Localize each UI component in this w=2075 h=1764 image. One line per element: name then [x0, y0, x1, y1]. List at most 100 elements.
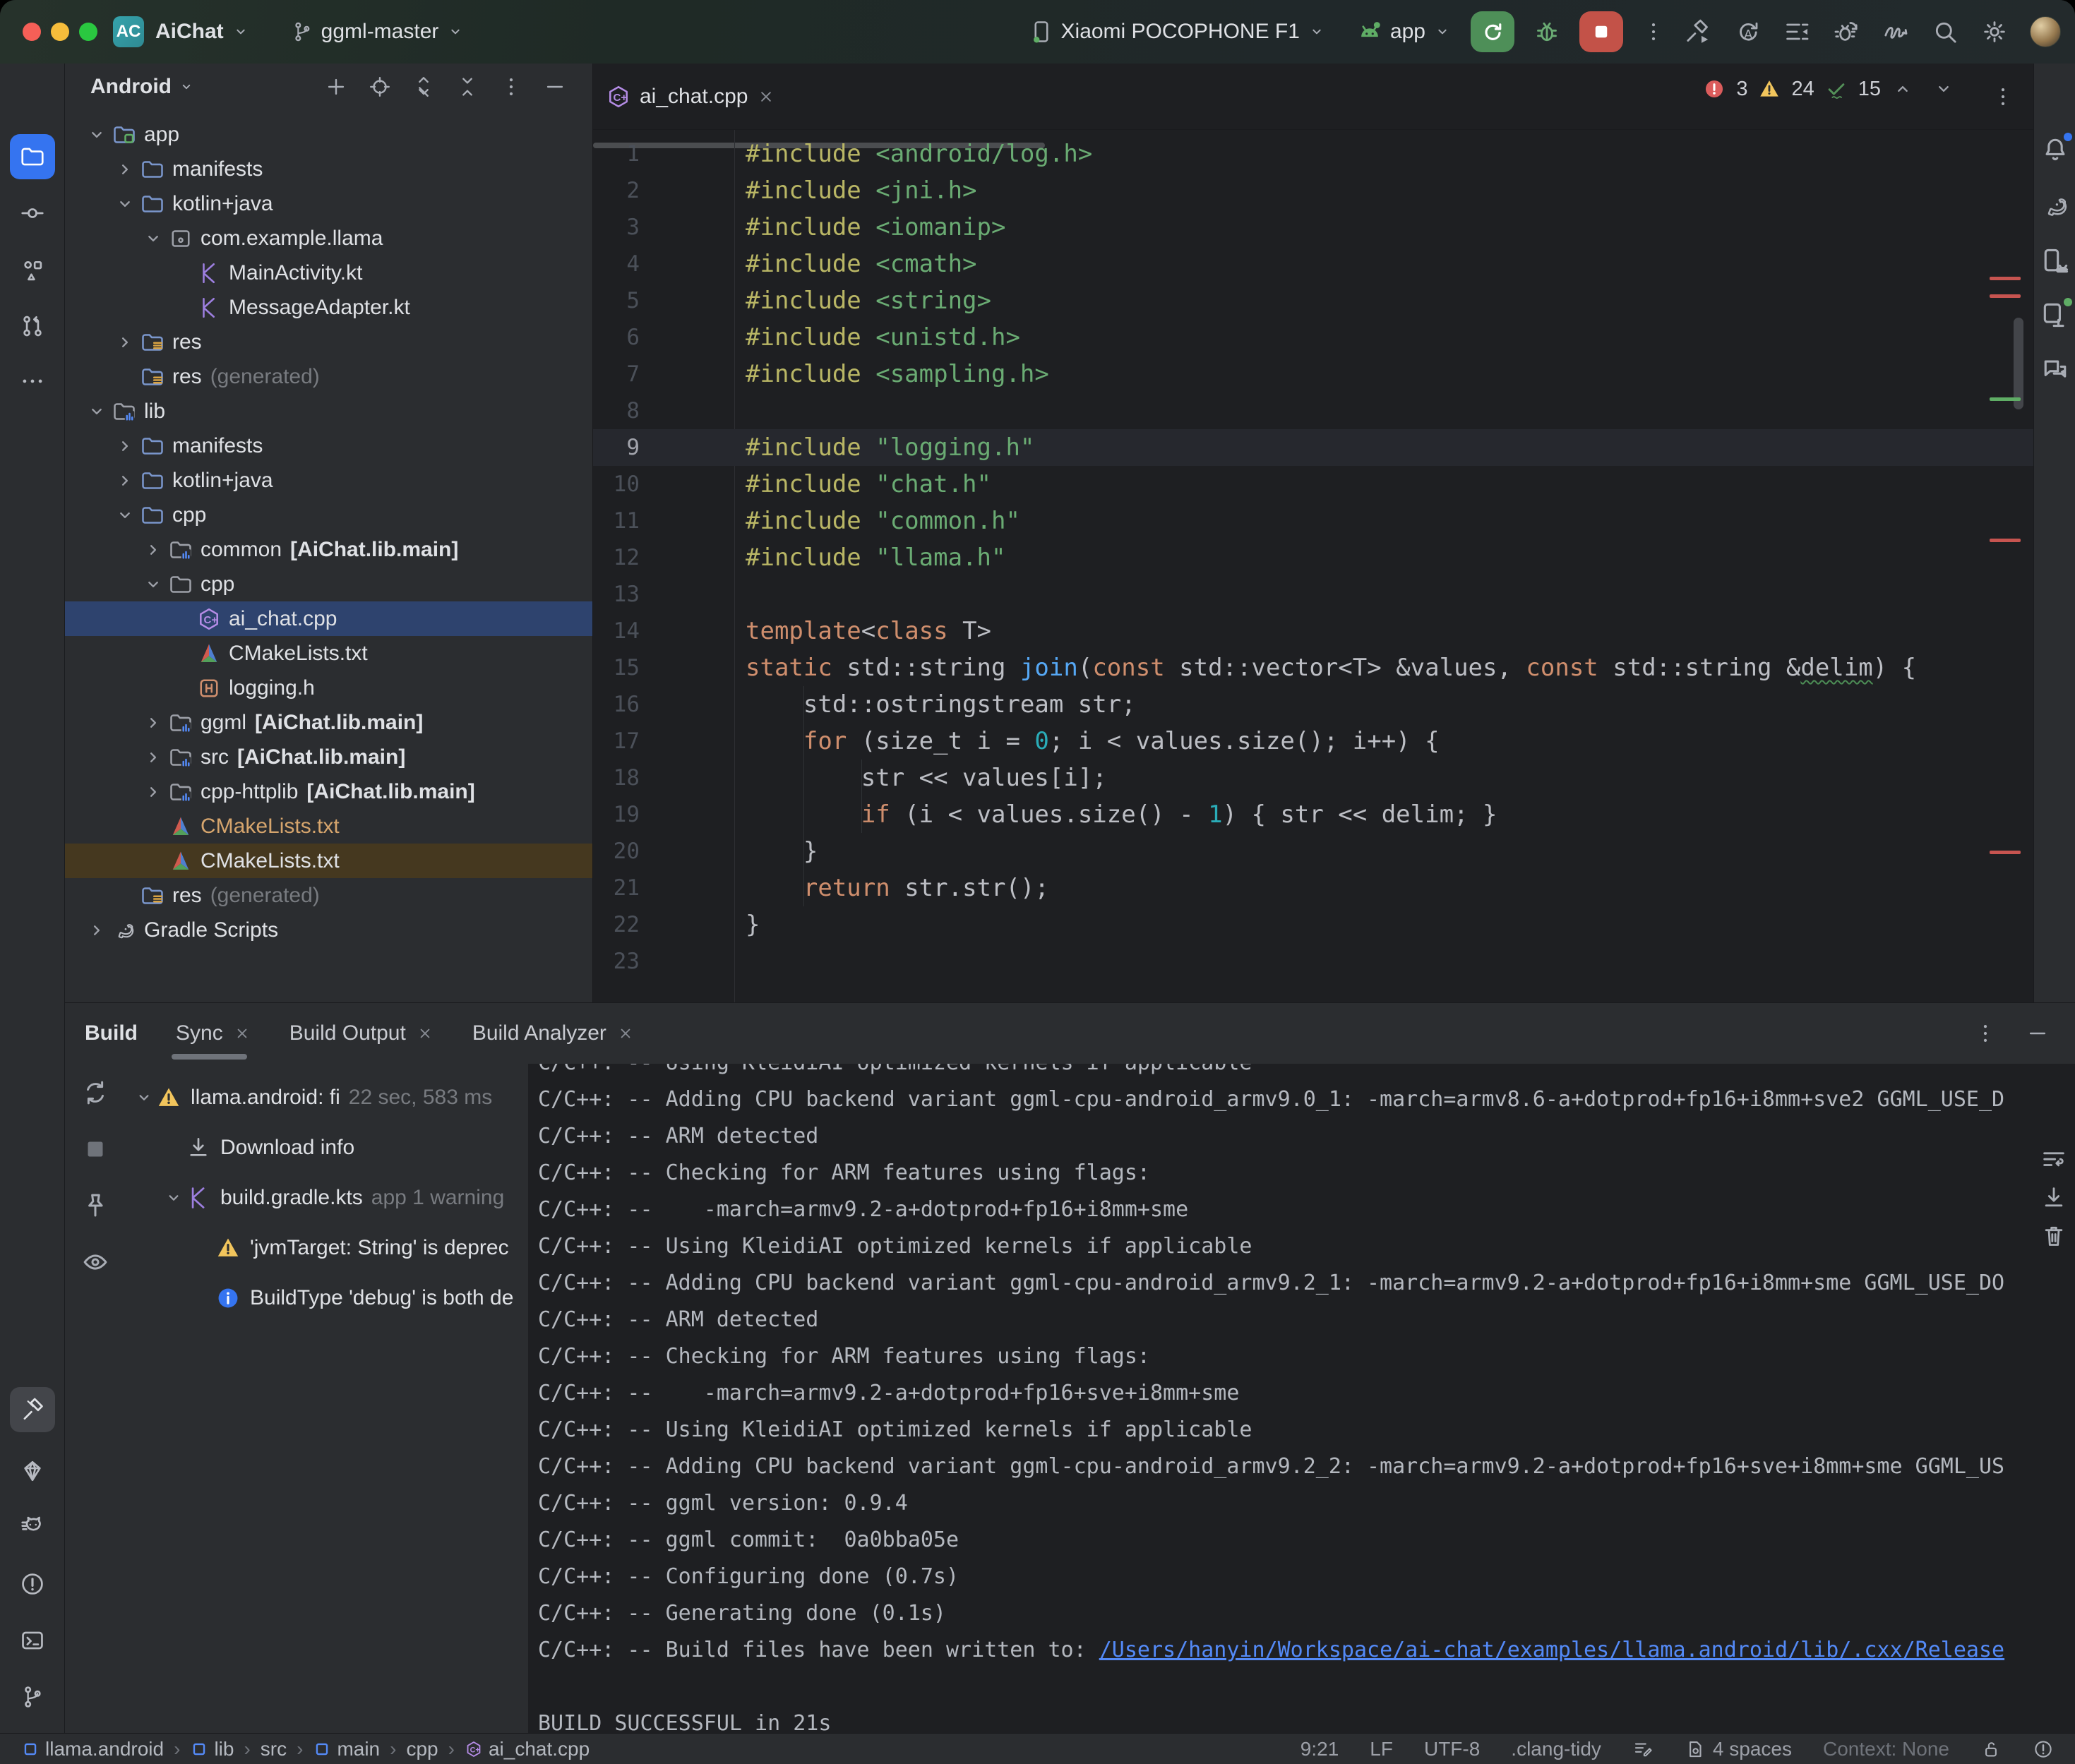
build-tab-build-output[interactable]: Build Output — [289, 1003, 434, 1064]
tool-window-app-quality-insights[interactable] — [10, 1448, 55, 1494]
chevron-down-icon[interactable] — [113, 192, 137, 216]
rerun-sync-button[interactable] — [80, 1078, 110, 1108]
tool-window-structure[interactable] — [10, 248, 55, 294]
code-line-17[interactable]: 17 for (size_t i = 0; i < values.size();… — [593, 723, 2033, 760]
status-item-caret-position[interactable]: 9:21 — [1300, 1738, 1339, 1760]
code-line-11[interactable]: 11 #include "common.h" — [593, 503, 2033, 539]
more-run-options-button[interactable] — [1642, 20, 1666, 44]
build-hammer-run-button[interactable] — [1684, 18, 1712, 46]
locate-file-button[interactable] — [368, 75, 392, 99]
tree-item-common[interactable]: common[AiChat.lib.main] — [65, 532, 592, 567]
apply-changes-button[interactable]: A — [1733, 18, 1762, 46]
chevron-down-icon[interactable] — [141, 572, 165, 596]
tool-window-build[interactable] — [10, 1387, 55, 1432]
status-item-code-style[interactable] — [1632, 1739, 1654, 1760]
status-item-line-separator[interactable]: LF — [1370, 1738, 1393, 1760]
breadcrumb-item[interactable]: src — [261, 1738, 287, 1760]
pin-button[interactable] — [80, 1191, 110, 1220]
build-tab-sync[interactable]: Sync — [176, 1003, 251, 1064]
chevron-right-icon[interactable] — [141, 538, 165, 562]
close-tab-icon[interactable] — [416, 1024, 434, 1043]
code-line-3[interactable]: 3 #include <iomanip> — [593, 209, 2033, 246]
project-view-selector[interactable]: Android — [90, 75, 196, 99]
chevron-down-icon[interactable] — [85, 400, 109, 424]
build-console[interactable]: C/C++: -- Using KleidiAI optimized kerne… — [528, 1064, 2075, 1733]
code-line-5[interactable]: 5 #include <string> — [593, 282, 2033, 319]
code-line-12[interactable]: 12 #include "llama.h" — [593, 539, 2033, 576]
tree-item-kotlin-java[interactable]: kotlin+java — [65, 186, 592, 221]
code-line-10[interactable]: 10 #include "chat.h" — [593, 466, 2033, 503]
chevron-right-icon[interactable] — [141, 780, 165, 804]
close-tab-icon[interactable] — [233, 1024, 251, 1043]
code-line-8[interactable]: 8 — [593, 392, 2033, 429]
chevron-down-icon[interactable] — [162, 1187, 185, 1209]
tree-item-messageadapter-kt[interactable]: MessageAdapter.kt — [65, 290, 592, 325]
chevron-right-icon[interactable] — [113, 330, 137, 354]
tree-item-res[interactable]: res(generated) — [65, 878, 592, 913]
tool-window-commit[interactable] — [10, 191, 55, 236]
tree-item-manifests[interactable]: manifests — [65, 152, 592, 186]
tool-window-project[interactable] — [10, 134, 55, 179]
status-item-encoding[interactable]: UTF-8 — [1424, 1738, 1480, 1760]
tree-item-com-example-llama[interactable]: com.example.llama — [65, 221, 592, 256]
breadcrumb-item[interactable]: C+ai_chat.cpp — [465, 1738, 590, 1760]
device-selector[interactable]: Xiaomi POCOPHONE F1 — [1029, 19, 1327, 44]
options-button[interactable] — [499, 75, 523, 99]
close-tab-icon[interactable] — [756, 87, 776, 107]
code-line-13[interactable]: 13 — [593, 576, 2033, 613]
breadcrumb-item[interactable]: llama.android — [21, 1738, 164, 1760]
todo-list-button[interactable] — [1783, 18, 1811, 46]
tree-item-gradle-scripts[interactable]: Gradle Scripts — [65, 913, 592, 947]
build-tab-build-analyzer[interactable]: Build Analyzer — [472, 1003, 635, 1064]
build-options-button[interactable] — [1973, 1021, 1997, 1045]
zoom-window-button[interactable] — [79, 23, 97, 41]
run-config-selector[interactable]: app — [1356, 18, 1452, 45]
inspections-widget[interactable]: 3 24 15 — [1702, 72, 1956, 106]
tree-item-ai-chat-cpp[interactable]: C+ ai_chat.cpp — [65, 601, 592, 636]
editor-options-button[interactable] — [1991, 85, 2015, 109]
prev-problem-icon[interactable] — [1891, 77, 1915, 101]
tool-window-terminal[interactable] — [10, 1618, 55, 1663]
chevron-right-icon[interactable] — [141, 745, 165, 769]
tool-window-version-control[interactable] — [10, 1674, 55, 1720]
code-line-18[interactable]: 18 str << values[i]; — [593, 760, 2033, 796]
tool-window-notifications[interactable] — [2040, 134, 2071, 165]
chevron-down-icon[interactable] — [113, 503, 137, 527]
tree-item-src[interactable]: src[AiChat.lib.main] — [65, 740, 592, 774]
code-line-19[interactable]: 19 if (i < values.size() - 1) { str << d… — [593, 796, 2033, 833]
code-line-2[interactable]: 2 #include <jni.h> — [593, 172, 2033, 209]
code-line-9[interactable]: 9 #include "logging.h" — [593, 429, 2033, 466]
close-window-button[interactable] — [23, 23, 41, 41]
code-line-16[interactable]: 16 std::ostringstream str; — [593, 686, 2033, 723]
tool-window-gradle[interactable] — [2040, 191, 2071, 222]
code-line-21[interactable]: 21 return str.str(); — [593, 870, 2033, 906]
code-line-1[interactable]: 1 #include <android/log.h> — [593, 136, 2033, 172]
tree-item-res[interactable]: res — [65, 325, 592, 359]
code-line-23[interactable]: 23 — [593, 943, 2033, 980]
rerun-button[interactable] — [1471, 11, 1514, 52]
soft-wrap-button[interactable] — [2040, 1146, 2068, 1174]
build-tree-item[interactable]: llama.android: fi22 sec, 583 ms — [126, 1072, 492, 1122]
tree-item-cmakelists-txt[interactable]: CMakeLists.txt — [65, 844, 592, 878]
tool-window-pull-requests[interactable] — [10, 304, 55, 349]
stop-button[interactable] — [1579, 11, 1623, 52]
inspect-button[interactable] — [80, 1247, 110, 1277]
hide-panel-button[interactable] — [543, 75, 567, 99]
tree-item-cpp[interactable]: cpp — [65, 498, 592, 532]
build-tree-item[interactable]: Download info — [126, 1122, 354, 1172]
editor-vertical-scrollbar[interactable] — [2014, 318, 2023, 409]
status-item-clang-tidy[interactable]: .clang-tidy — [1511, 1738, 1601, 1760]
close-tab-icon[interactable] — [616, 1024, 635, 1043]
build-tree-item[interactable]: 'jvmTarget: String' is deprec — [126, 1223, 509, 1273]
code-line-15[interactable]: 15 static std::string join(const std::ve… — [593, 649, 2033, 686]
code-line-20[interactable]: 20 } — [593, 833, 2033, 870]
status-item-inspections-widget[interactable] — [2033, 1739, 2054, 1760]
tool-window-device-manager[interactable] — [2040, 246, 2071, 277]
tree-item-ggml[interactable]: ggml[AiChat.lib.main] — [65, 705, 592, 740]
tree-item-kotlin-java[interactable]: kotlin+java — [65, 463, 592, 498]
tree-item-cmakelists-txt[interactable]: CMakeLists.txt — [65, 809, 592, 844]
project-selector[interactable]: AiChat — [155, 20, 251, 44]
breadcrumb-item[interactable]: main — [313, 1738, 380, 1760]
expand-all-button[interactable] — [412, 75, 436, 99]
device-streaming-button[interactable] — [1882, 18, 1910, 46]
